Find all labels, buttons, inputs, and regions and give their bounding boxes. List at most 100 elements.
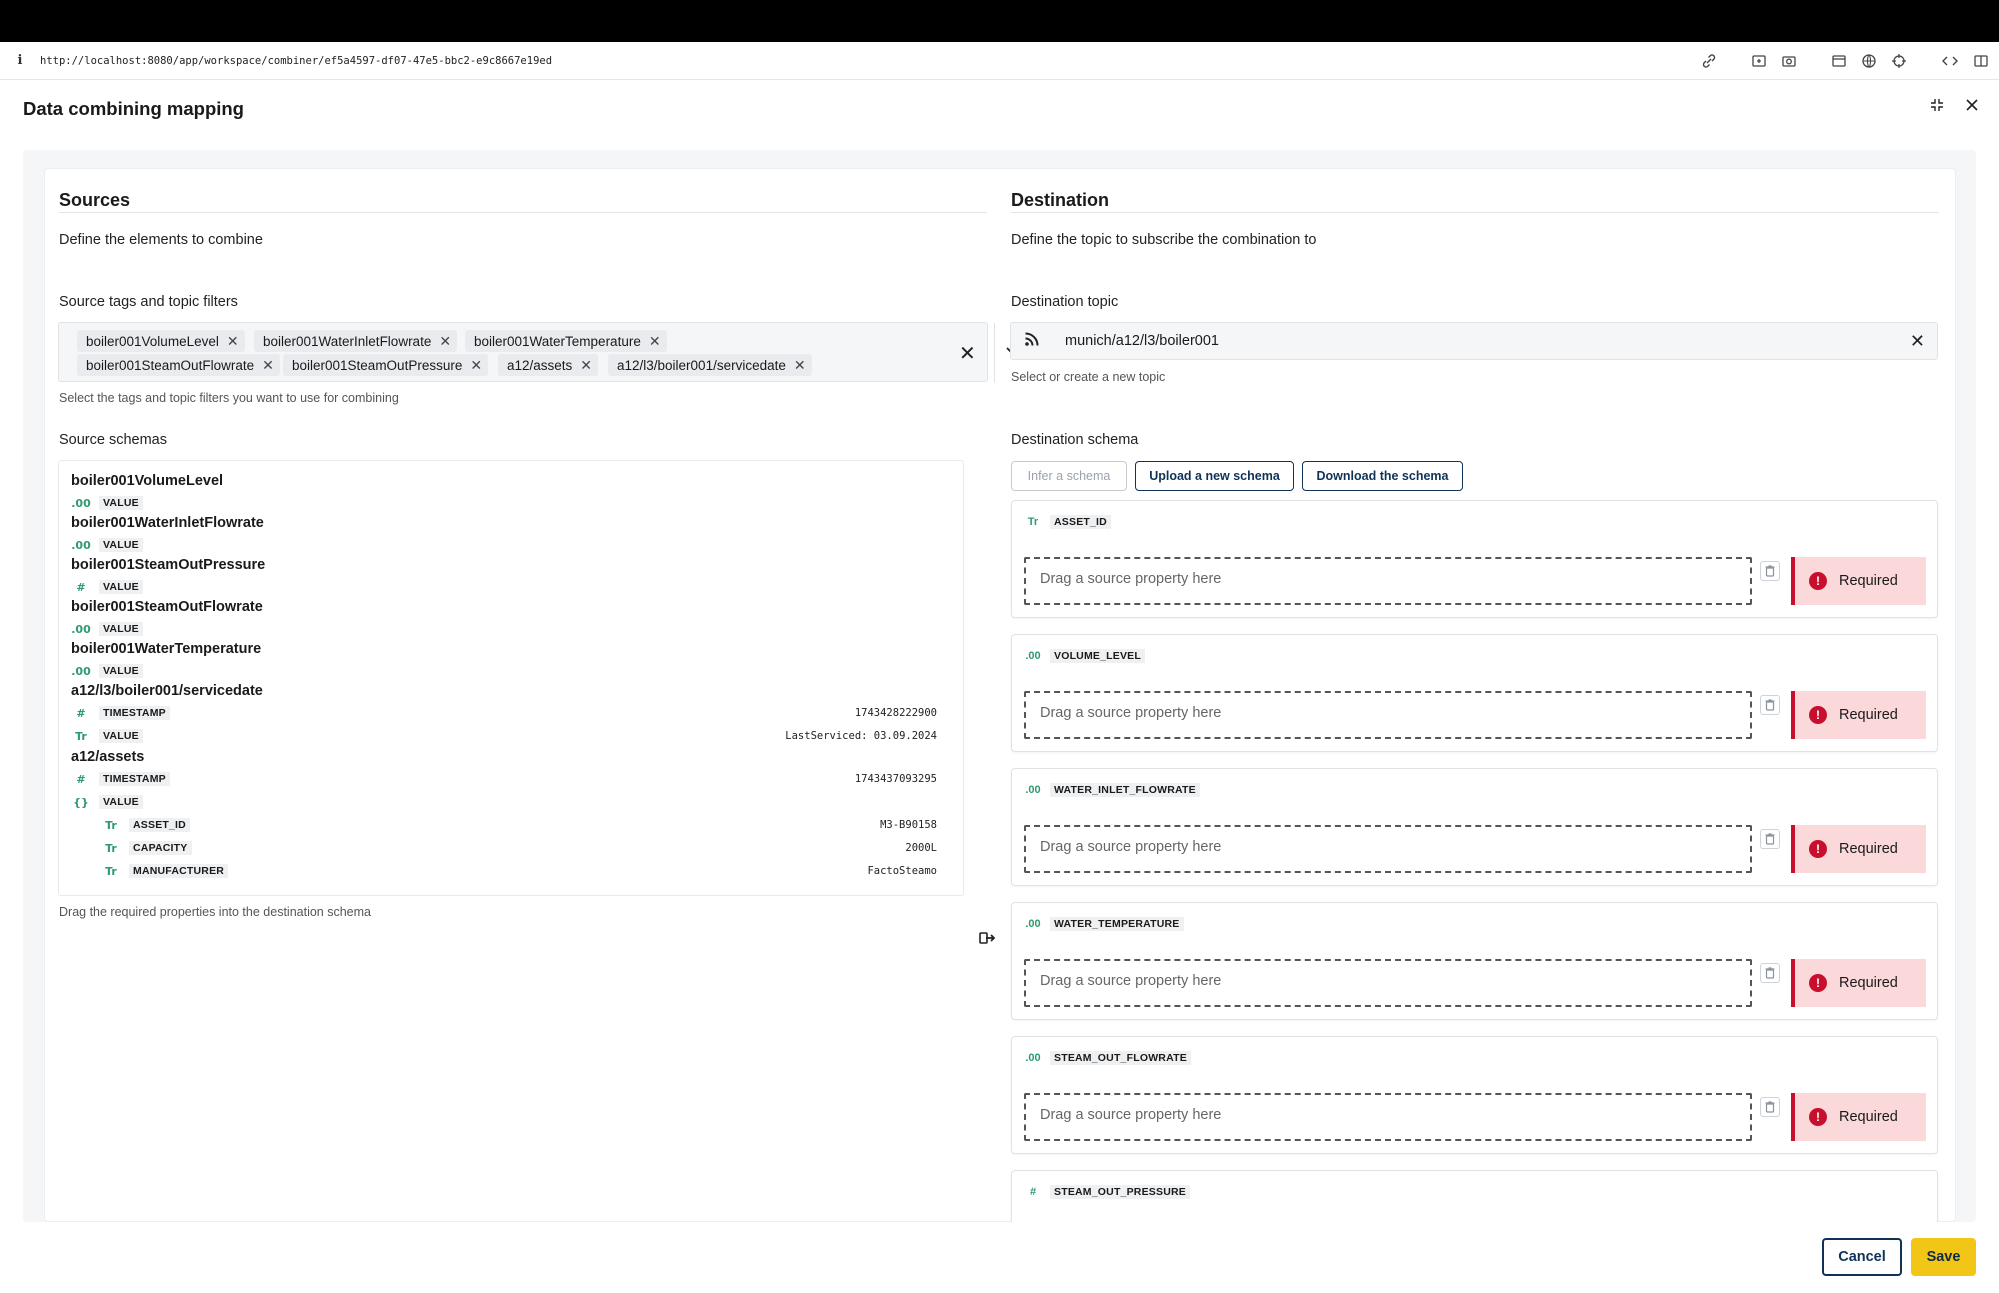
trash-icon[interactable] xyxy=(1760,963,1780,983)
property-name: ASSET_ID xyxy=(1050,515,1111,529)
schema-property[interactable]: Tr CAPACITY 2000L xyxy=(101,839,951,857)
error-icon: ! xyxy=(1809,840,1827,858)
save-button[interactable]: Save xyxy=(1911,1238,1976,1276)
schema-property[interactable]: {} VALUE xyxy=(71,793,951,811)
remove-tag-icon[interactable]: ✕ xyxy=(262,358,274,372)
schema-name: boiler001WaterTemperature xyxy=(71,641,262,657)
schema-property[interactable]: Tr VALUE LastServiced: 03.09.2024 xyxy=(71,727,951,745)
schema-property[interactable]: .00 VALUE xyxy=(71,662,143,680)
tag-chip-label: boiler001SteamOutPressure xyxy=(292,357,463,373)
source-tags-helper: Select the tags and topic filters you wa… xyxy=(59,391,399,405)
schema-property[interactable]: .00 VALUE xyxy=(71,494,143,512)
tag-chip-label: boiler001WaterInletFlowrate xyxy=(263,333,432,349)
drop-zone[interactable]: Drag a source property here xyxy=(1024,825,1752,873)
destination-property-header: .00 WATER_TEMPERATURE xyxy=(1024,917,1184,931)
source-tags-label: Source tags and topic filters xyxy=(59,294,238,310)
tag-chip[interactable]: a12/assets ✕ xyxy=(498,354,599,376)
remove-tag-icon[interactable]: ✕ xyxy=(439,334,451,348)
globe-icon[interactable] xyxy=(1861,53,1877,69)
remove-tag-icon[interactable]: ✕ xyxy=(470,358,482,372)
tag-chip[interactable]: boiler001WaterInletFlowrate ✕ xyxy=(254,330,458,352)
property-name: VALUE xyxy=(99,622,143,636)
code-icon[interactable] xyxy=(1941,53,1959,69)
destination-property-header: .00 STEAM_OUT_FLOWRATE xyxy=(1024,1051,1191,1065)
integer-type-icon: # xyxy=(76,580,86,594)
remove-tag-icon[interactable]: ✕ xyxy=(580,358,592,372)
screenshot-icon[interactable] xyxy=(1751,53,1767,69)
upload-schema-button[interactable]: Upload a new schema xyxy=(1135,461,1294,491)
required-badge: ! Required xyxy=(1791,959,1926,1007)
camera-icon[interactable] xyxy=(1781,53,1797,69)
drop-zone[interactable]: Drag a source property here xyxy=(1024,691,1752,739)
map-arrow-icon[interactable] xyxy=(978,929,996,952)
collapse-icon[interactable] xyxy=(1924,92,1950,118)
remove-tag-icon[interactable]: ✕ xyxy=(794,358,806,372)
close-icon[interactable] xyxy=(1959,92,1985,118)
schema-property[interactable]: # VALUE xyxy=(71,578,143,596)
trash-icon[interactable] xyxy=(1760,695,1780,715)
tag-chip-label: a12/l3/boiler001/servicedate xyxy=(617,357,786,373)
tag-chip-label: boiler001VolumeLevel xyxy=(86,333,219,349)
tag-chip-label: boiler001WaterTemperature xyxy=(474,333,641,349)
destination-topic-select[interactable]: munich/a12/l3/boiler001 ✕ xyxy=(1010,322,1938,360)
property-name: VALUE xyxy=(99,664,143,678)
sources-divider xyxy=(59,212,987,213)
window-icon[interactable] xyxy=(1831,53,1847,69)
string-type-icon: Tr xyxy=(105,841,117,855)
remove-tag-icon[interactable]: ✕ xyxy=(649,334,661,348)
schema-name: boiler001WaterInletFlowrate xyxy=(71,515,264,531)
remove-tag-icon[interactable]: ✕ xyxy=(227,334,239,348)
info-icon[interactable]: i xyxy=(0,53,40,68)
tag-chip-label: a12/assets xyxy=(507,357,573,373)
schema-property[interactable]: # TIMESTAMP 1743428222900 xyxy=(71,704,951,722)
schema-property[interactable]: Tr ASSET_ID M3-B90158 xyxy=(101,816,951,834)
tag-chip[interactable]: boiler001SteamOutFlowrate ✕ xyxy=(77,354,280,376)
trash-icon[interactable] xyxy=(1760,829,1780,849)
clear-topic-icon[interactable]: ✕ xyxy=(1910,331,1925,352)
destination-topic-label: Destination topic xyxy=(1011,294,1119,310)
required-label: Required xyxy=(1839,1109,1898,1125)
property-name: VOLUME_LEVEL xyxy=(1050,649,1145,663)
tag-chip[interactable]: boiler001WaterTemperature ✕ xyxy=(465,330,667,352)
select-divider xyxy=(994,323,995,383)
destination-property-header: Tr ASSET_ID xyxy=(1024,515,1111,529)
number-type-icon: .00 xyxy=(71,622,91,636)
url-text[interactable]: http://localhost:8080/app/workspace/comb… xyxy=(40,55,552,67)
object-type-icon: {} xyxy=(73,795,89,809)
drop-zone[interactable]: Drag a source property here xyxy=(1024,1093,1752,1141)
destination-property-header: .00 VOLUME_LEVEL xyxy=(1024,649,1145,663)
drop-zone[interactable]: Drag a source property here xyxy=(1024,557,1752,605)
schema-property[interactable]: .00 VALUE xyxy=(71,620,143,638)
crosshair-icon[interactable] xyxy=(1891,53,1907,69)
cancel-button[interactable]: Cancel xyxy=(1822,1238,1902,1276)
tag-chip[interactable]: boiler001VolumeLevel ✕ xyxy=(77,330,245,352)
source-tags-select[interactable]: boiler001VolumeLevel ✕ boiler001WaterInle… xyxy=(58,322,1016,383)
clear-tags-icon[interactable]: ✕ xyxy=(959,341,976,366)
integer-type-icon: # xyxy=(76,706,86,720)
destination-property-card: .00 WATER_TEMPERATURE Drag a source prope… xyxy=(1011,902,1938,1020)
drop-zone[interactable]: Drag a source property here xyxy=(1024,959,1752,1007)
error-icon: ! xyxy=(1809,974,1827,992)
split-view-icon[interactable] xyxy=(1973,53,1989,69)
property-name: VALUE xyxy=(99,795,143,809)
number-type-icon: .00 xyxy=(71,496,91,510)
number-type-icon: .00 xyxy=(71,664,91,678)
required-label: Required xyxy=(1839,573,1898,589)
tag-chip[interactable]: a12/l3/boiler001/servicedate ✕ xyxy=(608,354,812,376)
trash-icon[interactable] xyxy=(1760,561,1780,581)
property-name: STEAM_OUT_FLOWRATE xyxy=(1050,1051,1191,1065)
destination-description: Define the topic to subscribe the combin… xyxy=(1011,232,1317,248)
string-type-icon: Tr xyxy=(1027,516,1039,528)
source-schemas-panel: boiler001VolumeLevel .00 VALUE boiler001W… xyxy=(58,460,964,896)
destination-topic-value: munich/a12/l3/boiler001 xyxy=(1065,333,1219,349)
schema-property[interactable]: # TIMESTAMP 1743437093295 xyxy=(71,770,951,788)
property-name: STEAM_OUT_PRESSURE xyxy=(1050,1185,1190,1199)
schema-property[interactable]: .00 VALUE xyxy=(71,536,143,554)
infer-schema-button[interactable]: Infer a schema xyxy=(1011,461,1127,491)
tag-chip[interactable]: boiler001SteamOutPressure ✕ xyxy=(283,354,489,376)
trash-icon[interactable] xyxy=(1760,1097,1780,1117)
sources-title: Sources xyxy=(59,190,131,210)
schema-property[interactable]: Tr MANUFACTURER FactoSteamo xyxy=(101,862,951,880)
download-schema-button[interactable]: Download the schema xyxy=(1302,461,1463,491)
link-icon[interactable] xyxy=(1701,53,1717,69)
